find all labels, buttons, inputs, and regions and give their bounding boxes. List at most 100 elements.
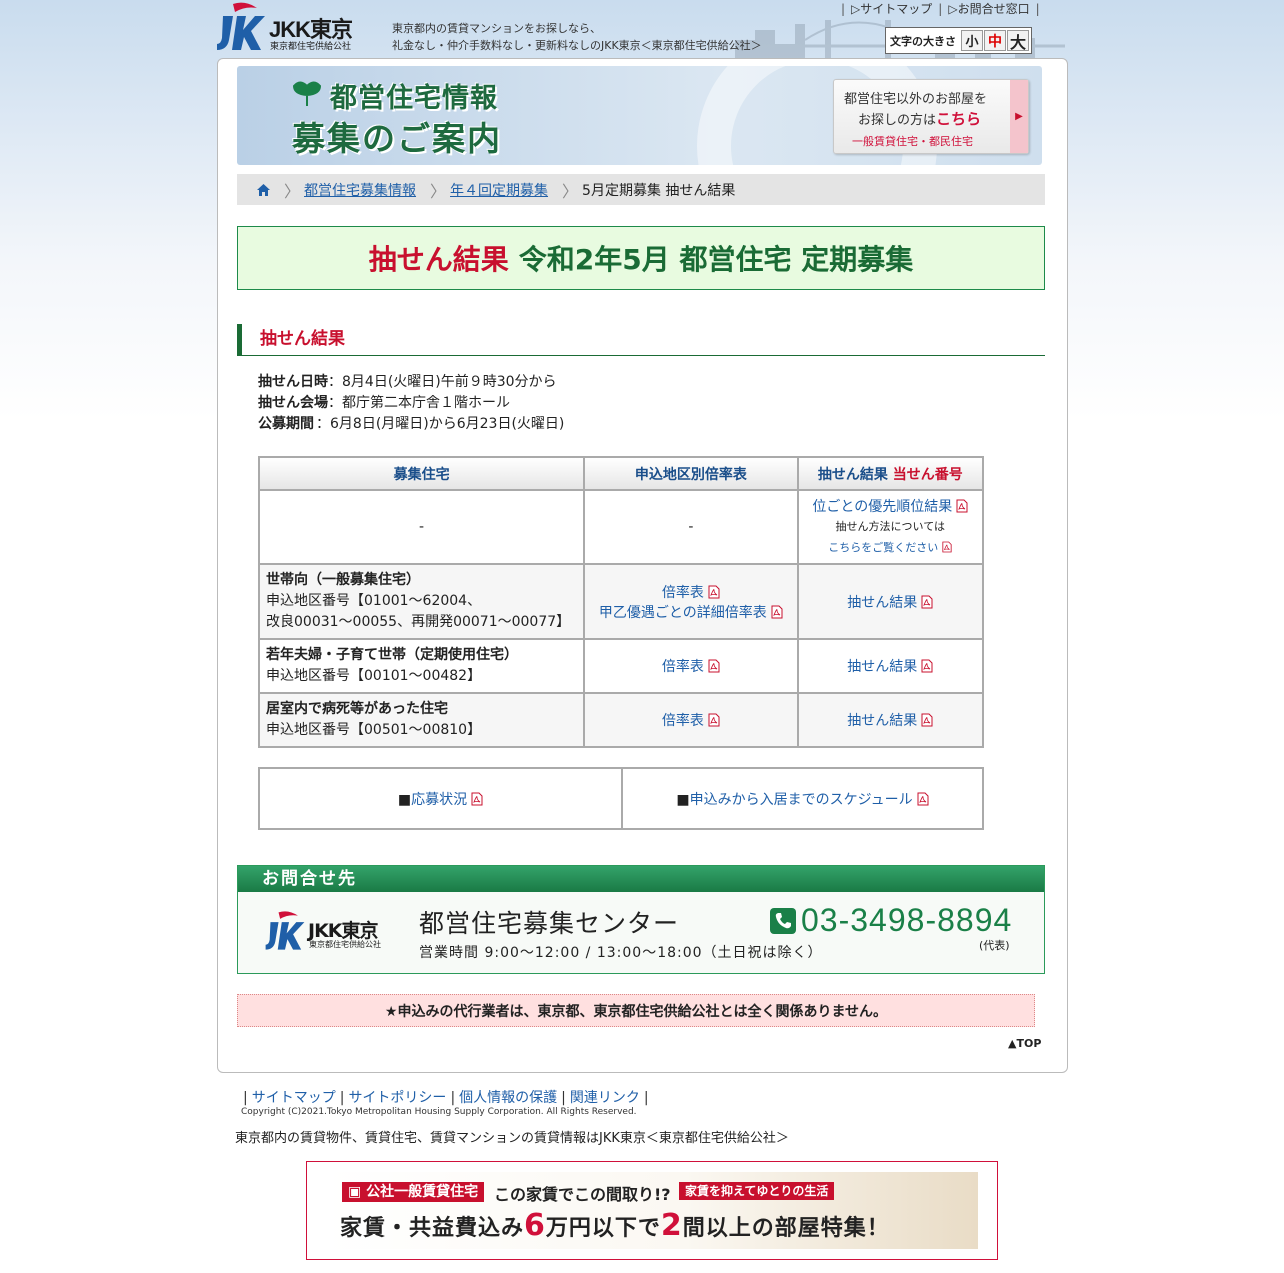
bullet-icon: ■ <box>397 791 412 808</box>
cell-rate-general: 倍率表 甲乙優遇ごとの詳細倍率表 <box>583 563 799 640</box>
building-icon: ▣ <box>348 1184 362 1200</box>
tagline-line-2: 礼金なし・仲介手数料なし・更新料なしのJKK東京＜東京都住宅供給公社＞ <box>392 39 762 52</box>
date-label: 抽せん日時 <box>258 374 328 390</box>
other-housing-line-2: お探しの方はこちら <box>858 110 982 128</box>
footer-related-links[interactable]: 関連リンク <box>570 1090 640 1106</box>
cell-priority: 位ごとの優先順位結果 抽せん方法については こちらをご覧ください <box>796 489 985 565</box>
pdf-icon <box>921 659 933 673</box>
cell-result-general: 抽せん結果 <box>796 563 985 640</box>
cell-housing-death: 居室内で病死等があった住宅 申込地区番号【00501～00810】 <box>257 692 586 748</box>
breadcrumb-separator-icon: 〉 <box>284 181 301 201</box>
phone-icon <box>770 907 796 934</box>
other-housing-button[interactable]: 都営住宅以外のお部屋を お探しの方はこちら 一般賃貸住宅・都民住宅 ▶ <box>833 79 1029 154</box>
footer-sitemap-link[interactable]: サイトマップ <box>252 1090 336 1106</box>
cell-housing-young: 若年夫婦・子育て世帯（定期使用住宅） 申込地区番号【00101～00482】 <box>257 638 586 694</box>
other-housing-line-1: 都営住宅以外のお部屋を <box>844 92 988 107</box>
cell-rate-young: 倍率表 <box>583 638 799 694</box>
cell-rate-death: 倍率表 <box>583 692 799 748</box>
page-title-red: 抽せん結果 <box>368 243 509 276</box>
banner-title-1: 都営住宅情報 <box>330 83 498 114</box>
table-row: 若年夫婦・子育て世帯（定期使用住宅） 申込地区番号【00101～00482】 倍率… <box>257 638 985 694</box>
logo-subtext: 東京都住宅供給公社 <box>270 42 352 52</box>
jkk-logo-mark-icon <box>217 2 265 50</box>
footer-privacy-link[interactable]: 個人情報の保護 <box>459 1090 557 1106</box>
table-row: 居室内で病死等があった住宅 申込地区番号【00501～00810】 倍率表 抽せん… <box>257 692 985 748</box>
lottery-result-link[interactable]: 抽せん結果 <box>847 659 933 675</box>
page-wrapper: JKK東京 東京都住宅供給公社 東京都内の賃貸マンションをお探しなら、 礼金なし… <box>215 0 1070 1260</box>
pdf-icon <box>921 713 933 727</box>
triangle-right-icon: ▷ <box>851 2 861 16</box>
rate-table-link[interactable]: 倍率表 <box>662 659 720 675</box>
site-header: JKK東京 東京都住宅供給公社 東京都内の賃貸マンションをお探しなら、 礼金なし… <box>215 0 1070 58</box>
other-housing-line-3: 一般賃貸住宅・都民住宅 <box>852 135 973 148</box>
font-large-button[interactable]: 大 <box>1007 30 1029 52</box>
schedule-link[interactable]: 申込みから入居までのスケジュール <box>690 792 929 808</box>
font-size-switcher: 文字の大きさ 小 中 大 <box>885 27 1032 54</box>
table-row: - - 位ごとの優先順位結果 抽せん方法については こちらをご覧ください <box>257 489 985 565</box>
breadcrumb-housing-info[interactable]: 都営住宅募集情報 <box>304 180 416 200</box>
ad-main-copy: 家賃・共益費込み6万円以下で2間以上の部屋特集！ <box>340 1208 890 1243</box>
breadcrumb-current: 5月定期募集 抽せん結果 <box>582 182 736 199</box>
rate-table-link[interactable]: 倍率表 <box>662 713 720 729</box>
contact-logo-sub: 東京都住宅供給公社 <box>309 940 381 949</box>
pdf-icon <box>921 595 933 608</box>
lottery-method-link[interactable]: こちらをご覧ください <box>828 541 952 554</box>
main-panel: 都営住宅情報 募集のご案内 都営住宅以外のお部屋を お探しの方はこちら 一般賃貸… <box>217 58 1068 1073</box>
font-medium-button[interactable]: 中 <box>984 30 1006 51</box>
cell-result-death: 抽せん結果 <box>796 692 985 748</box>
rental-ad-banner[interactable]: ▣ 公社一般賃貸住宅 この家賃でこの間取り!? 家賃を抑えてゆとりの生活 家賃・… <box>306 1161 998 1260</box>
contact-hours: 営業時間 9:00～12:00 / 13:00～18:00（土日祝は除く） <box>419 945 823 961</box>
cell-dash: - <box>257 489 586 565</box>
contact-jkk-logo: JKK東京 東京都住宅供給公社 <box>264 910 394 956</box>
breadcrumb-quarterly[interactable]: 年４回定期募集 <box>450 180 548 200</box>
footer-site-policy-link[interactable]: サイトポリシー <box>348 1090 446 1106</box>
cell-housing-general: 世帯向（一般募集住宅） 申込地区番号【01001～62004、 改良00031～00… <box>257 563 586 640</box>
top-links: | ▷サイトマップ | ▷お問合せ窓口 | <box>841 2 1040 16</box>
detail-rate-table-link[interactable]: 甲乙優遇ごとの詳細倍率表 <box>599 605 783 621</box>
contact-tel-number: 03-3498-8894 <box>801 902 1013 938</box>
ad-tag-public-rental: ▣ 公社一般賃貸住宅 <box>342 1182 485 1202</box>
tagline-line-1: 東京都内の賃貸マンションをお探しなら、 <box>392 22 601 35</box>
copyright: Copyright (C)2021.Tokyo Metropolitan Hou… <box>241 1107 637 1117</box>
contact-window-link[interactable]: お問合せ窓口 <box>958 2 1030 16</box>
back-to-top-link[interactable]: ▲TOP <box>1008 1037 1041 1050</box>
pdf-icon <box>708 585 720 598</box>
page-title-green: 令和2年5月 都営住宅 定期募集 <box>518 243 914 276</box>
pdf-icon <box>956 499 968 513</box>
bullet-icon: ■ <box>676 791 690 808</box>
contact-tel[interactable]: 03-3498-8894 <box>770 902 1012 939</box>
header-result: 抽せん結果 当せん番号 <box>796 456 985 491</box>
results-table: 募集住宅 申込地区別倍率表 抽せん結果 当せん番号 - - 位ごとの優先順位結果… <box>257 456 985 748</box>
sitemap-link[interactable]: サイトマップ <box>860 2 932 16</box>
breadcrumb: 〉 都営住宅募集情報 〉 年４回定期募集 〉 5月定期募集 抽せん結果 <box>237 174 1045 205</box>
pdf-icon <box>708 713 720 727</box>
lottery-result-link[interactable]: 抽せん結果 <box>847 713 933 729</box>
pdf-icon <box>471 792 483 805</box>
footer-tagline: 東京都内の賃貸物件、賃貸住宅、賃貸マンションの賃貸情報はJKK東京＜東京都住宅供… <box>235 1131 789 1146</box>
lottery-result-link[interactable]: 抽せん結果 <box>847 595 933 611</box>
priority-result-link[interactable]: 位ごとの優先順位結果 <box>812 499 968 515</box>
application-status-link[interactable]: 応募状況 <box>411 792 483 808</box>
venue-value: ：都庁第二本庁舎１階ホール <box>328 395 510 411</box>
ad-question: この家賃でこの間取り!? <box>494 1185 671 1204</box>
pdf-icon <box>771 605 783 618</box>
rate-table-link[interactable]: 倍率表 <box>662 585 720 601</box>
cell-result-young: 抽せん結果 <box>796 638 985 694</box>
breadcrumb-separator-icon: 〉 <box>562 181 579 201</box>
table-header-row: 募集住宅 申込地区別倍率表 抽せん結果 当せん番号 <box>257 456 985 491</box>
period-value: ：6月8日(月曜日)から6月23日(火曜日) <box>316 416 565 432</box>
ginkgo-leaf-icon <box>292 81 322 106</box>
jkk-logo-mark-icon <box>265 911 305 950</box>
banner-title-2: 募集のご案内 <box>292 119 502 158</box>
font-size-label: 文字の大きさ <box>890 34 956 48</box>
jkk-logo[interactable]: JKK東京 東京都住宅供給公社 <box>215 2 375 52</box>
font-small-button[interactable]: 小 <box>961 30 983 51</box>
table-row: 世帯向（一般募集住宅） 申込地区番号【01001～62004、 改良00031～00… <box>257 563 985 640</box>
home-icon[interactable] <box>257 183 270 196</box>
footer-links: | サイトマップ | サイトポリシー | 個人情報の保護 | 関連リンク | <box>243 1090 649 1106</box>
pdf-icon <box>942 541 952 553</box>
section-banner: 都営住宅情報 募集のご案内 都営住宅以外のお部屋を お探しの方はこちら 一般賃貸… <box>237 66 1042 165</box>
agency-notice: ★申込みの代行業者は、東京都、東京都住宅供給公社とは全く関係ありません。 <box>237 994 1035 1027</box>
date-value: ：8月4日(火曜日)午前９時30分から <box>328 374 557 390</box>
pdf-icon <box>708 659 720 673</box>
